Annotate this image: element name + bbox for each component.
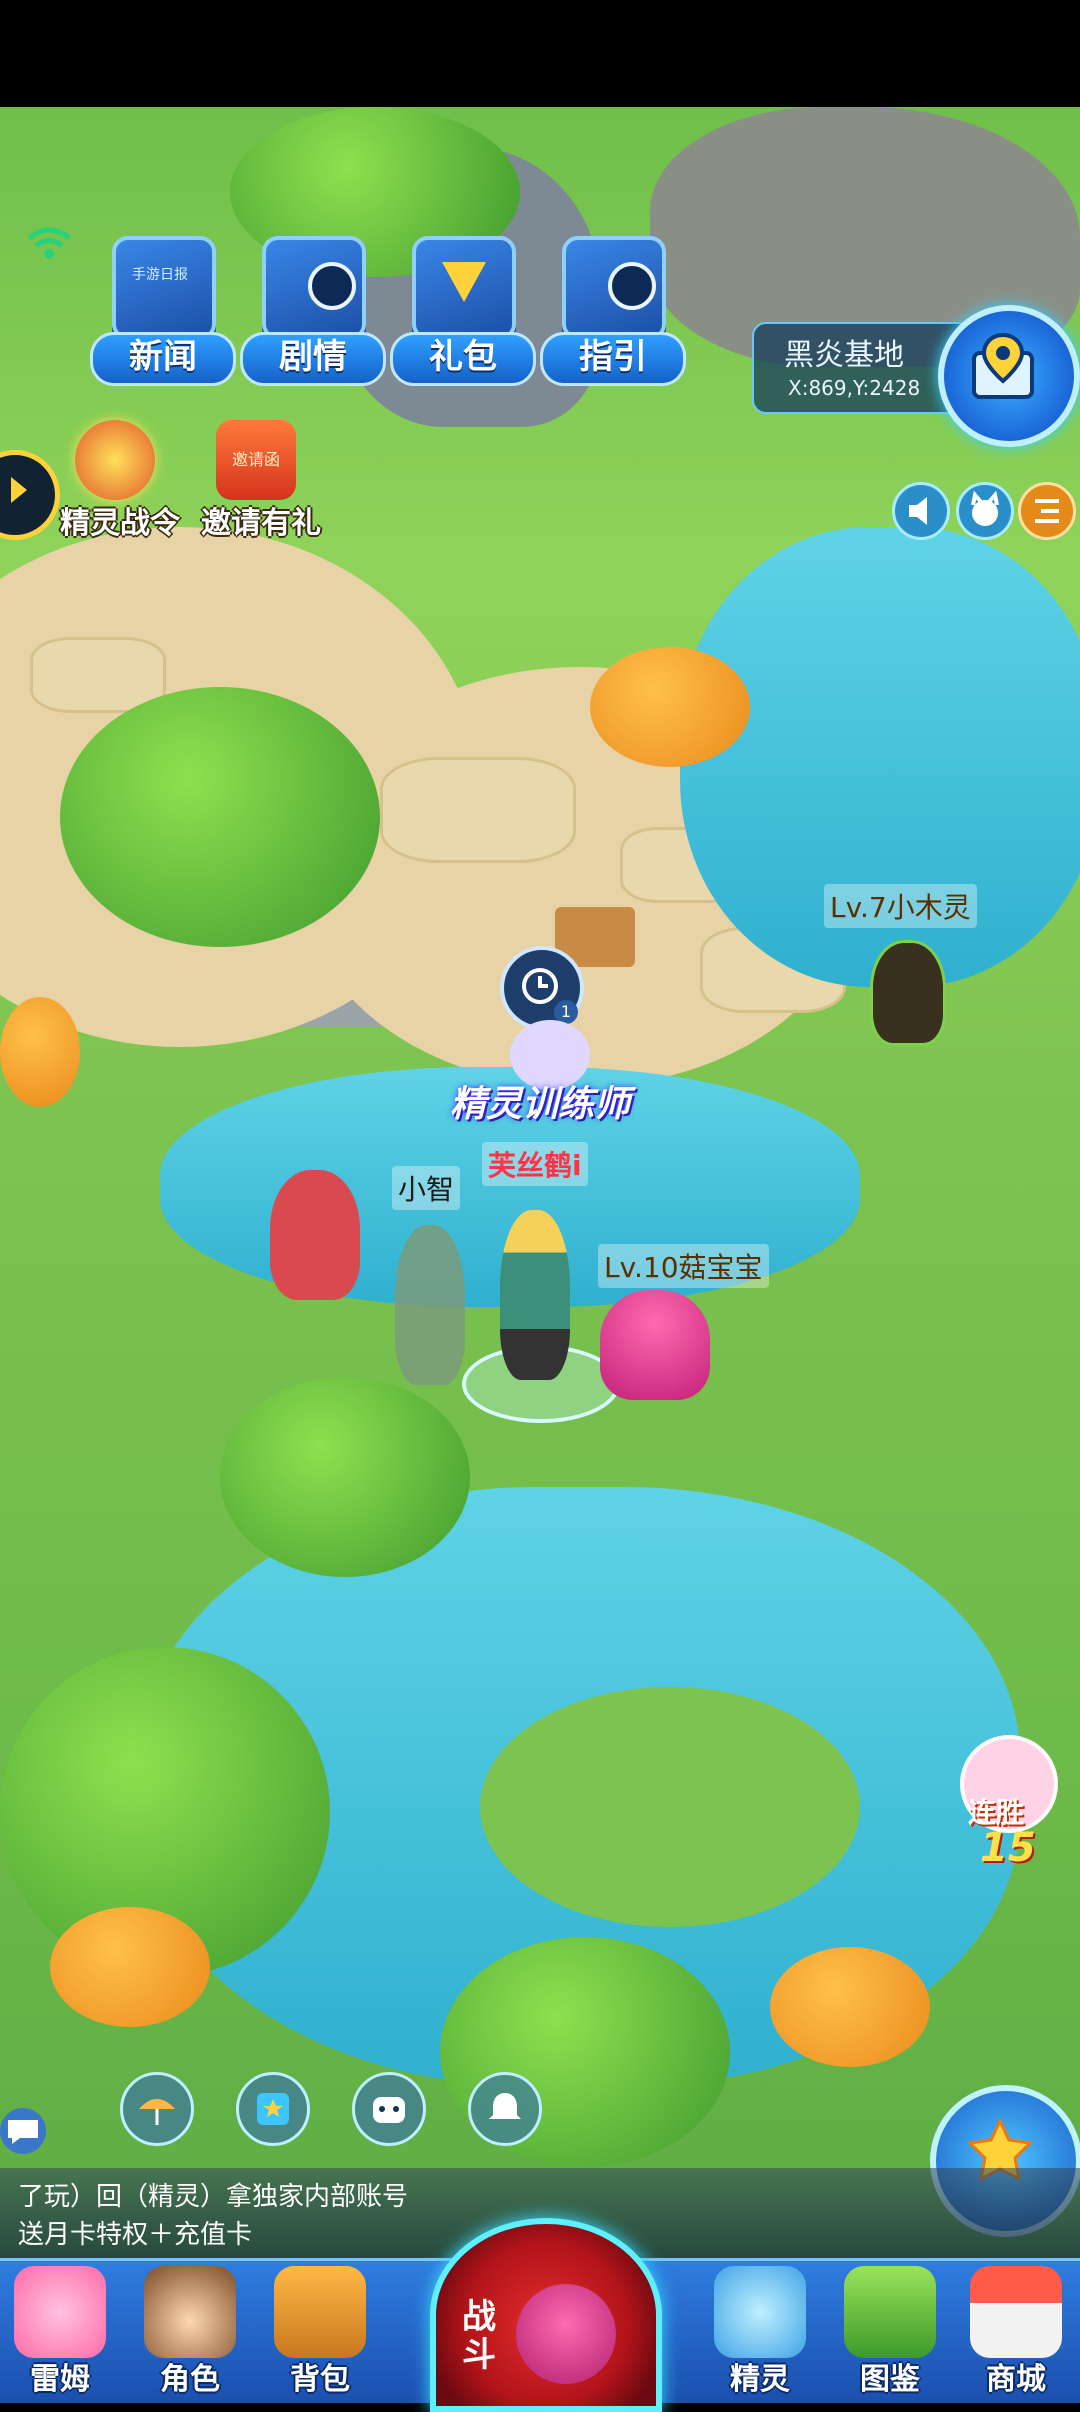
tree bbox=[60, 687, 380, 947]
orange-bush bbox=[50, 1907, 210, 2027]
orange-bush bbox=[590, 647, 750, 767]
orange-bush bbox=[770, 1947, 930, 2067]
story-device-icon bbox=[262, 236, 366, 340]
chat-line-2: 送月卡特权＋充值卡 bbox=[18, 2220, 253, 2250]
map-button[interactable] bbox=[938, 305, 1080, 447]
invite-gift-icon: 邀请函 bbox=[216, 420, 296, 500]
gift-chest-icon bbox=[412, 236, 516, 340]
nav-character-label: 角色 bbox=[160, 2362, 220, 2397]
player-title: 精灵训练师 bbox=[449, 1084, 630, 1125]
npc-name: 小智 bbox=[392, 1166, 461, 1210]
wifi-icon bbox=[27, 227, 71, 259]
nav-sprite-label: 精灵 bbox=[730, 2362, 790, 2397]
quick-action-2[interactable] bbox=[236, 2072, 310, 2146]
battle-pass-label: 精灵战令 bbox=[60, 506, 180, 541]
shop-icon bbox=[970, 2266, 1062, 2358]
menu-expand-button[interactable] bbox=[1018, 482, 1076, 540]
backpack-icon bbox=[274, 2266, 366, 2358]
nav-rem-label: 雷姆 bbox=[30, 2362, 90, 2397]
news-button[interactable]: 手游日报 新闻 bbox=[90, 236, 236, 386]
gift-pack-label: 礼包 bbox=[390, 332, 536, 386]
codex-icon bbox=[844, 2266, 936, 2358]
sound-button[interactable] bbox=[892, 482, 950, 540]
map-pin-icon bbox=[972, 332, 1034, 399]
player-status-button[interactable]: 1 bbox=[500, 946, 584, 1030]
news-label: 新闻 bbox=[90, 332, 236, 386]
play-arrow-icon bbox=[11, 477, 27, 503]
location-coords: X:869,Y:2428 bbox=[788, 376, 921, 400]
invite-badge-text: 邀请函 bbox=[231, 450, 280, 469]
battle-label: 战斗 bbox=[462, 2297, 496, 2375]
sprite-icon bbox=[714, 2266, 806, 2358]
guide-button[interactable]: 指引 bbox=[540, 236, 686, 386]
nav-codex[interactable]: 图鉴 bbox=[830, 2258, 950, 2400]
nav-backpack[interactable]: 背包 bbox=[260, 2258, 380, 2400]
invite-gift-button[interactable]: 邀请函 邀请有礼 bbox=[196, 420, 321, 550]
story-button[interactable]: 剧情 bbox=[240, 236, 386, 386]
stepping-stone bbox=[380, 757, 576, 863]
orange-bush bbox=[0, 997, 80, 1107]
nav-backpack-label: 背包 bbox=[290, 2362, 350, 2397]
cat-face-icon bbox=[971, 490, 999, 526]
wild-sprite-name: Lv.10菇宝宝 bbox=[598, 1244, 769, 1288]
nav-codex-label: 图鉴 bbox=[860, 2362, 920, 2397]
news-box-text: 手游日报 bbox=[132, 267, 188, 283]
bell-icon bbox=[489, 2093, 521, 2119]
nav-shop[interactable]: 商城 bbox=[956, 2258, 1076, 2400]
umbrella-icon bbox=[139, 2099, 175, 2125]
quick-action-1[interactable] bbox=[120, 2072, 194, 2146]
guide-label: 指引 bbox=[540, 332, 686, 386]
quick-action-3[interactable] bbox=[352, 2072, 426, 2146]
nav-shop-label: 商城 bbox=[986, 2362, 1046, 2397]
list-menu-icon bbox=[1035, 499, 1059, 523]
location-name: 黑炎基地 bbox=[784, 338, 904, 373]
robot-face-icon bbox=[373, 2097, 405, 2123]
player-character[interactable] bbox=[500, 1210, 570, 1380]
nav-character[interactable]: 角色 bbox=[130, 2258, 250, 2400]
battle-pass-button[interactable]: 精灵战令 bbox=[55, 420, 180, 550]
nav-sprite[interactable]: 精灵 bbox=[700, 2258, 820, 2400]
character-icon bbox=[144, 2266, 236, 2358]
chat-bubble-icon bbox=[8, 2120, 38, 2144]
star-card-icon bbox=[257, 2093, 289, 2125]
win-streak-badge[interactable]: 连胜 15 bbox=[950, 1735, 1060, 1871]
wild-sprite-name: Lv.7小木灵 bbox=[824, 884, 977, 928]
wild-sprite-mushroom[interactable] bbox=[600, 1290, 710, 1400]
npc-sprite-red[interactable] bbox=[270, 1170, 360, 1300]
chat-line-1: 了玩）回（精灵）拿独家内部账号 bbox=[18, 2182, 409, 2212]
nav-rem[interactable]: 雷姆 bbox=[0, 2258, 120, 2400]
pet-rem-icon bbox=[14, 2266, 106, 2358]
streak-count: 15 bbox=[980, 1825, 1036, 1871]
grass-island bbox=[480, 1687, 860, 1927]
mushroom-mascot-icon bbox=[516, 2284, 616, 2384]
newspaper-tv-icon: 手游日报 bbox=[112, 236, 216, 340]
battle-button[interactable]: 战斗 bbox=[430, 2218, 662, 2412]
speaker-icon bbox=[909, 497, 927, 525]
player-name: 芙丝鹤i bbox=[482, 1142, 588, 1186]
chat-button[interactable] bbox=[0, 2108, 46, 2154]
guide-device-icon bbox=[562, 236, 666, 340]
battle-pass-icon bbox=[75, 420, 155, 500]
wild-sprite-wood[interactable] bbox=[870, 940, 946, 1046]
story-label: 剧情 bbox=[240, 332, 386, 386]
gift-pack-button[interactable]: 礼包 bbox=[390, 236, 536, 386]
invite-gift-label: 邀请有礼 bbox=[201, 506, 321, 541]
tree bbox=[220, 1377, 470, 1577]
pet-button[interactable] bbox=[956, 482, 1014, 540]
quick-action-4[interactable] bbox=[468, 2072, 542, 2146]
npc-xiaozhi[interactable] bbox=[395, 1225, 465, 1385]
